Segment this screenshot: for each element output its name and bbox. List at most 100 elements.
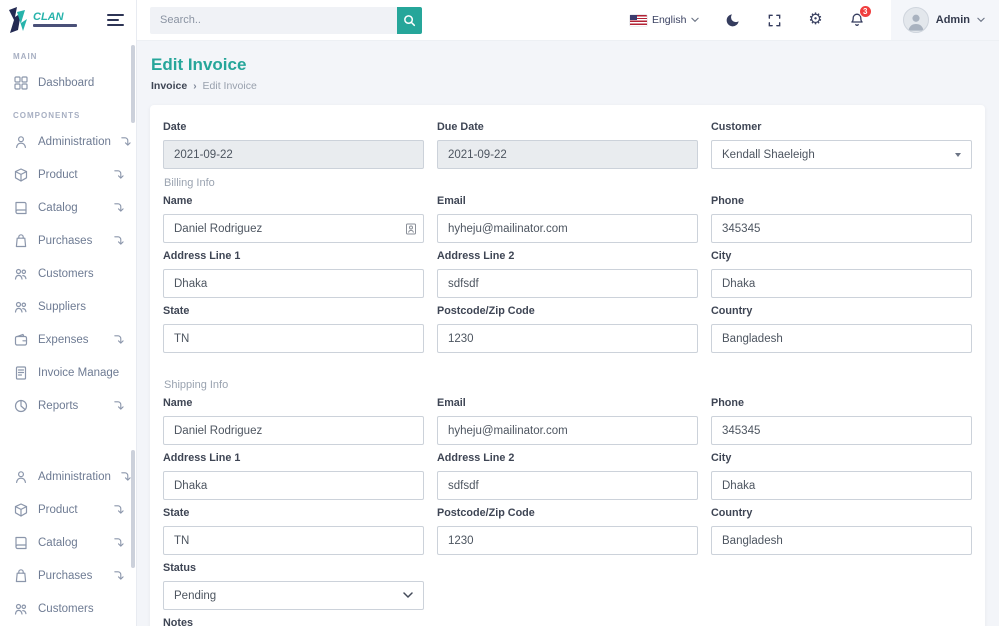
customer-select[interactable]: Kendall Shaeleigh xyxy=(711,140,972,169)
shipping-address1-input[interactable] xyxy=(163,471,424,500)
shipping-country-label: Country xyxy=(711,508,972,519)
sidebar-item-label: Customers xyxy=(38,268,94,280)
avatar xyxy=(903,7,929,33)
billing-state-input[interactable] xyxy=(163,324,424,353)
fullscreen-icon xyxy=(767,13,782,28)
dropdown-caret-icon xyxy=(955,153,961,157)
sidebar-item-label: Catalog xyxy=(38,537,78,549)
sidebar-item-label: Suppliers xyxy=(38,301,86,313)
sidebar-item-customers[interactable]: Customers xyxy=(0,257,136,290)
search-button[interactable] xyxy=(397,7,422,34)
topbar: English ⚙ 3 Admin xyxy=(137,0,999,40)
sidebar-item-customers-2[interactable]: Customers xyxy=(0,592,136,625)
sidebar-item-label: Dashboard xyxy=(38,77,94,89)
sidebar-header: CLAN xyxy=(0,0,136,40)
search-input[interactable] xyxy=(150,7,397,34)
sidebar-item-purchases[interactable]: Purchases xyxy=(0,224,136,257)
sidebar-item-label: Catalog xyxy=(38,202,78,214)
chevron-down-icon xyxy=(403,592,413,599)
billing-info-section-label: Billing Info xyxy=(164,177,971,189)
sidebar-item-product-2[interactable]: Product xyxy=(0,493,136,526)
nav-section-main: MAIN xyxy=(0,40,136,66)
language-selector[interactable]: English xyxy=(630,14,699,26)
notes-label: Notes xyxy=(163,618,972,626)
status-select[interactable]: Pending xyxy=(163,581,424,610)
sidebar-item-expenses[interactable]: Expenses xyxy=(0,323,136,356)
shipping-country-input[interactable] xyxy=(711,526,972,555)
shipping-email-input[interactable] xyxy=(437,416,698,445)
billing-phone-label: Phone xyxy=(711,196,972,207)
sidebar-item-administration-2[interactable]: Administration xyxy=(0,460,136,493)
invoice-form-card: Date Due Date Customer Kendall Shaeleigh xyxy=(150,105,985,626)
purchases-icon xyxy=(13,233,29,249)
contact-autofill-icon[interactable] xyxy=(405,222,417,235)
sidebar-item-label: Administration xyxy=(38,471,111,483)
submenu-arrow-icon xyxy=(113,504,124,515)
suppliers-icon xyxy=(13,299,29,315)
sidebar-item-product[interactable]: Product xyxy=(0,158,136,191)
settings-button[interactable]: ⚙ xyxy=(808,12,822,28)
sidebar-scrollbar[interactable] xyxy=(131,45,135,123)
billing-country-input[interactable] xyxy=(711,324,972,353)
shipping-state-input[interactable] xyxy=(163,526,424,555)
billing-postcode-input[interactable] xyxy=(437,324,698,353)
page-title: Edit Invoice xyxy=(151,55,985,75)
sidebar-item-reports[interactable]: Reports xyxy=(0,389,136,422)
customers-icon xyxy=(13,601,29,617)
sidebar-item-dashboard[interactable]: Dashboard xyxy=(0,66,136,99)
notifications-button[interactable]: 3 xyxy=(849,12,865,28)
fullscreen-toggle[interactable] xyxy=(767,13,782,28)
submenu-arrow-icon xyxy=(113,334,124,345)
shipping-name-input[interactable] xyxy=(163,416,424,445)
due-date-input[interactable] xyxy=(437,140,698,169)
sidebar-item-label: Invoice Manage xyxy=(38,367,119,379)
shipping-city-input[interactable] xyxy=(711,471,972,500)
moon-icon xyxy=(725,12,741,28)
user-menu[interactable]: Admin xyxy=(891,0,999,40)
billing-phone-input[interactable] xyxy=(711,214,972,243)
sidebar: CLAN MAIN Dashboard COMPONENTS Administr… xyxy=(0,0,137,626)
sidebar-scrollbar[interactable] xyxy=(131,450,135,568)
date-input[interactable] xyxy=(163,140,424,169)
sidebar-item-label: Purchases xyxy=(38,235,92,247)
sidebar-item-catalog-2[interactable]: Catalog xyxy=(0,526,136,559)
shipping-name-label: Name xyxy=(163,398,424,409)
billing-name-input[interactable] xyxy=(163,214,424,243)
clan-logo[interactable]: CLAN xyxy=(6,5,102,35)
shipping-email-label: Email xyxy=(437,398,698,409)
product-icon xyxy=(13,167,29,183)
submenu-arrow-icon xyxy=(113,169,124,180)
customer-selected-value: Kendall Shaeleigh xyxy=(722,149,815,161)
shipping-postcode-input[interactable] xyxy=(437,526,698,555)
sidebar-item-administration[interactable]: Administration xyxy=(0,125,136,158)
sidebar-toggle-hamburger-icon[interactable] xyxy=(107,14,124,26)
sidebar-item-label: Customers xyxy=(38,603,94,615)
billing-city-input[interactable] xyxy=(711,269,972,298)
billing-email-input[interactable] xyxy=(437,214,698,243)
shipping-address2-input[interactable] xyxy=(437,471,698,500)
breadcrumb-separator: › xyxy=(193,81,196,92)
breadcrumb-current: Edit Invoice xyxy=(203,80,257,92)
billing-address1-label: Address Line 1 xyxy=(163,251,424,262)
sidebar-item-catalog[interactable]: Catalog xyxy=(0,191,136,224)
breadcrumb: Invoice › Edit Invoice xyxy=(151,80,985,92)
sidebar-item-invoice-manage[interactable]: Invoice Manage xyxy=(0,356,136,389)
billing-address2-input[interactable] xyxy=(437,269,698,298)
sidebar-item-label: Expenses xyxy=(38,334,89,346)
dark-mode-toggle[interactable] xyxy=(725,12,741,28)
shipping-address1-label: Address Line 1 xyxy=(163,453,424,464)
search-icon xyxy=(403,14,416,27)
nav-section-components: COMPONENTS xyxy=(0,99,136,125)
breadcrumb-invoice-link[interactable]: Invoice xyxy=(151,80,187,92)
billing-postcode-label: Postcode/Zip Code xyxy=(437,306,698,317)
dashboard-icon xyxy=(13,75,29,91)
submenu-arrow-icon xyxy=(113,570,124,581)
shipping-postcode-label: Postcode/Zip Code xyxy=(437,508,698,519)
sidebar-item-purchases-2[interactable]: Purchases xyxy=(0,559,136,592)
status-selected-value: Pending xyxy=(174,590,216,602)
shipping-phone-input[interactable] xyxy=(711,416,972,445)
sidebar-item-suppliers[interactable]: Suppliers xyxy=(0,290,136,323)
chevron-down-icon xyxy=(691,17,699,23)
billing-address1-input[interactable] xyxy=(163,269,424,298)
sidebar-item-label: Product xyxy=(38,169,78,181)
